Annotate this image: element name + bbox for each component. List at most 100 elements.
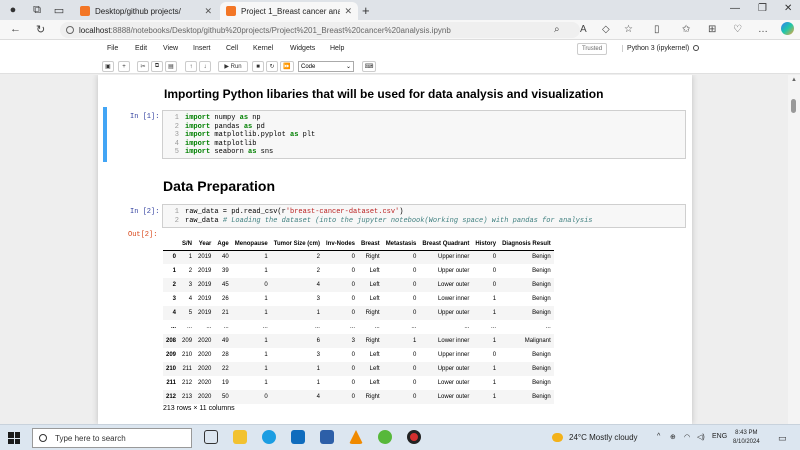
row-index: 0 [172,254,177,261]
table-cell: 0 [413,254,417,261]
cut-icon[interactable]: ✂ [137,61,149,72]
record-icon[interactable] [407,430,421,444]
move-up-icon[interactable]: ↑ [185,61,197,72]
menu-cell[interactable]: Cell [226,45,238,52]
trusted-badge[interactable]: Trusted [577,43,607,55]
move-down-icon[interactable]: ↓ [199,61,211,72]
workspaces-icon[interactable]: ⧉ [30,3,44,17]
vlc-icon[interactable] [349,430,363,444]
table-cell: 1 [188,254,193,261]
split-screen-icon[interactable]: ▯ [654,24,660,35]
input-prompt-2: In [2]: [130,208,160,216]
tab-desktop-github-projects[interactable]: Desktop/github projects/ ✕ [74,2,218,20]
wifi-icon[interactable]: ◠ [684,433,690,441]
table-cell: 2019 [198,296,212,302]
menu-edit[interactable]: Edit [135,45,147,52]
table-cell: 213 [182,394,193,400]
column-header: Year [195,238,215,251]
cell-type-select[interactable]: Code ⌄ [298,61,354,72]
zoom-icon[interactable]: ⌕ [554,24,560,35]
menu-insert[interactable]: Insert [193,45,211,52]
collections-icon[interactable]: ⊞ [708,24,716,35]
table-cell: ... [545,324,551,330]
maximize-icon[interactable]: ❐ [758,3,767,14]
url-field[interactable]: localhost:8888/notebooks/Desktop/github%… [60,22,580,38]
row-index: 211 [166,380,177,386]
network-icon[interactable]: ⊕ [670,433,676,441]
tab-project-breast-cancer[interactable]: Project 1_Breast cancer analysis ✕ [220,2,358,20]
run-button[interactable]: ▶ Run [218,61,248,72]
kernel-status-icon [693,45,700,52]
back-icon[interactable]: ← [10,23,21,35]
notification-icon[interactable]: ▭ [778,433,787,444]
jupyter-favicon-icon [226,6,236,16]
code-editor-2[interactable]: 1 raw_data = pd.read_csv(r'breast-cancer-… [162,204,686,228]
minimize-icon[interactable]: — [730,3,740,14]
paste-icon[interactable]: ▤ [165,61,177,72]
table-cell: Benign [532,380,551,386]
refresh-icon[interactable]: ↻ [36,23,45,36]
table-cell: Right [365,394,380,400]
weather-text: 24°C Mostly cloudy [569,433,638,442]
menu-widgets[interactable]: Widgets [290,45,315,52]
menu-file[interactable]: File [107,45,118,52]
heading-data-preparation: Data Preparation [163,178,276,194]
system-clock[interactable]: 8:43 PM 8/10/2024 [733,429,760,447]
file-explorer-icon[interactable] [233,430,247,444]
cell-type-value: Code [301,63,316,70]
code-editor-1[interactable]: 1 import numpy as np 2 import pandas as pd… [162,110,686,159]
menu-kernel[interactable]: Kernel [253,45,273,52]
clock-date: 8/10/2024 [733,439,760,445]
table-cell: Left [369,282,380,288]
table-cell: 45 [222,282,229,288]
windows-start-icon[interactable] [8,432,20,444]
interrupt-icon[interactable]: ■ [252,61,264,72]
table-cell: Left [369,268,380,274]
command-palette-icon[interactable]: ⌨ [362,61,376,72]
site-info-icon[interactable] [66,26,74,34]
table-cell: 0 [413,296,417,302]
app-icon[interactable] [378,430,392,444]
table-cell: Benign [532,366,551,372]
menu-help[interactable]: Help [330,45,344,52]
close-icon[interactable]: ✕ [204,6,212,17]
kernel-name[interactable]: Python 3 (ipykernel) [627,45,689,52]
taskbar-search[interactable]: Type here to search [32,428,192,448]
table-cell: 3 [316,296,320,302]
shield-icon[interactable]: ◇ [602,24,610,35]
edge-icon[interactable] [262,430,276,444]
tray-chevron-up-icon[interactable]: ^ [657,433,660,440]
table-cell: 0 [413,268,417,274]
table-cell: 50 [222,394,229,400]
store-icon[interactable] [320,430,334,444]
task-view-icon[interactable] [204,430,218,444]
copilot-icon[interactable] [781,22,794,35]
window-close-icon[interactable]: ✕ [784,3,792,14]
new-tab-icon[interactable]: + [362,3,370,18]
weather-widget[interactable]: 24°C Mostly cloudy [552,433,638,442]
favorites-icon[interactable]: ✩ [682,24,690,35]
url-path: :8888/notebooks/Desktop/github%20project… [110,25,451,35]
save-icon[interactable]: ▣ [102,61,114,72]
scrollbar-thumb[interactable] [791,99,796,113]
insert-cell-icon[interactable]: + [118,61,130,72]
read-aloud-icon[interactable]: A [580,24,587,35]
copy-icon[interactable]: ⧉ [151,61,163,72]
profile-avatar-icon[interactable]: ● [6,3,20,17]
fast-forward-icon[interactable]: ⏩ [280,61,294,72]
table-cell: Upper outer [437,268,470,274]
menu-view[interactable]: View [163,45,178,52]
run-label: Run [230,63,242,70]
mail-icon[interactable] [291,430,305,444]
more-icon[interactable]: … [758,24,768,35]
close-icon[interactable]: ✕ [344,6,352,17]
language-indicator[interactable]: ENG [712,433,727,440]
volume-icon[interactable]: ◁) [697,433,705,441]
scrollbar[interactable]: ▲ [788,75,800,424]
table-cell: 1 [264,310,268,316]
restart-icon[interactable]: ↻ [266,61,278,72]
tab-actions-icon[interactable]: ▭ [52,3,66,17]
scroll-up-icon[interactable]: ▲ [791,77,797,83]
extensions-icon[interactable]: ♡ [733,24,742,35]
favorite-star-icon[interactable]: ☆ [624,24,633,35]
